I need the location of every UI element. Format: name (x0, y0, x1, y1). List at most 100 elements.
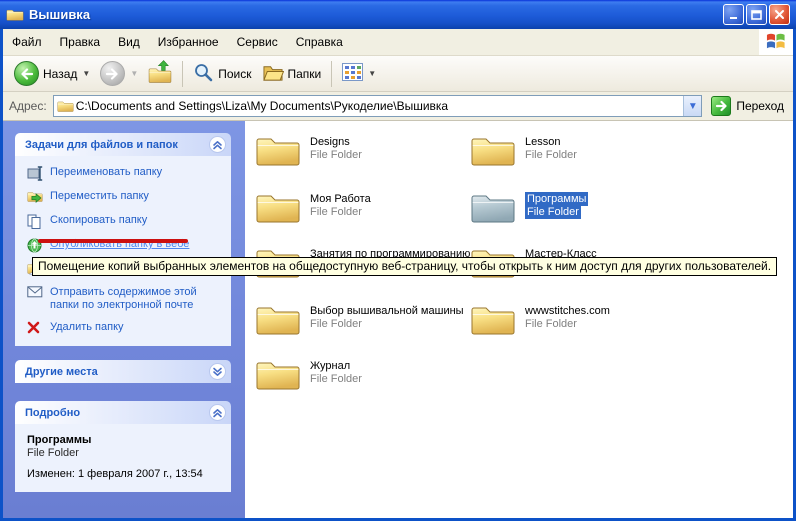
tooltip: Помещение копий выбранных элементов на о… (32, 257, 777, 276)
menu-edit[interactable]: Правка (51, 30, 110, 55)
folders-icon (262, 62, 284, 85)
address-dropdown-button[interactable]: ▼ (683, 96, 701, 116)
rename-icon (27, 166, 44, 181)
back-icon (14, 61, 39, 86)
folder-icon[interactable] (255, 132, 301, 168)
folder-type: File Folder (525, 206, 581, 219)
task-move-folder[interactable]: Переместить папку (27, 190, 225, 205)
file-tasks-header[interactable]: Задачи для файлов и папок (15, 133, 231, 156)
folder-item-selected[interactable]: Программы File Folder (470, 189, 588, 225)
folder-item[interactable]: wwwstitches.com File Folder (470, 301, 610, 337)
folder-item[interactable]: Выбор вышивальной машины File Folder (255, 301, 464, 337)
forward-button[interactable]: ▼ (95, 61, 143, 86)
details-item-type: File Folder (27, 447, 223, 459)
toolbar-separator (331, 61, 332, 87)
back-label: Назад (43, 67, 77, 81)
move-icon (27, 190, 44, 205)
address-bar: Адрес: ▼ Переход (3, 92, 793, 121)
up-folder-icon (148, 60, 172, 87)
folder-item[interactable]: Журнал File Folder (255, 356, 362, 392)
search-button[interactable]: Поиск (188, 62, 256, 86)
folder-name: Журнал (310, 360, 350, 372)
chevron-up-icon[interactable] (209, 136, 226, 153)
standard-buttons-toolbar: Назад ▼ ▼ (3, 56, 793, 92)
folder-item[interactable]: Designs File Folder (255, 132, 362, 168)
title-bar[interactable]: Вышивка (0, 0, 796, 29)
views-button[interactable]: ▼ (337, 63, 381, 84)
folder-type: File Folder (525, 318, 577, 330)
folder-icon[interactable] (255, 356, 301, 392)
folder-type: File Folder (525, 149, 577, 161)
views-dropdown-arrow[interactable]: ▼ (368, 69, 376, 78)
menu-view[interactable]: Вид (109, 30, 149, 55)
panel-details: Подробно Программы File Folder Изменен: … (15, 401, 231, 492)
folders-label: Папки (288, 67, 322, 81)
email-icon (27, 286, 44, 301)
task-pane: Задачи для файлов и папок Переименовать … (3, 121, 245, 518)
other-places-title: Другие места (25, 366, 98, 378)
folder-icon[interactable] (470, 132, 516, 168)
file-list-area[interactable]: Designs File Folder Lesson File Folder М… (245, 121, 793, 518)
task-copy-folder[interactable]: Скопировать папку (27, 214, 225, 229)
toolbar-separator (182, 61, 183, 87)
file-tasks-title: Задачи для файлов и папок (25, 139, 178, 151)
back-dropdown-arrow[interactable]: ▼ (82, 69, 90, 78)
folder-type: File Folder (310, 318, 362, 330)
task-email-folder[interactable]: Отправить содержимое этой папки по элект… (27, 286, 225, 312)
panel-other-places: Другие места (15, 360, 231, 383)
menu-help[interactable]: Справка (287, 30, 352, 55)
go-button[interactable]: Переход (708, 96, 787, 116)
windows-logo-icon (759, 29, 793, 55)
window-title: Вышивка (29, 7, 718, 22)
search-label: Поиск (218, 67, 251, 81)
menu-favorites[interactable]: Избранное (149, 30, 228, 55)
menu-bar: Файл Правка Вид Избранное Сервис Справка (3, 29, 793, 56)
folder-icon-selected[interactable] (470, 189, 516, 225)
folder-type: File Folder (310, 149, 362, 161)
copy-icon (27, 214, 44, 229)
back-button[interactable]: Назад ▼ (9, 61, 95, 86)
folder-icon[interactable] (255, 189, 301, 225)
annotation-red-underline (38, 239, 188, 243)
folder-name: Выбор вышивальной машины (310, 305, 464, 317)
task-delete-folder[interactable]: Удалить папку (27, 321, 225, 336)
delete-icon (27, 321, 44, 336)
folder-name: Программы (525, 192, 588, 206)
minimize-button[interactable] (723, 4, 744, 25)
go-label: Переход (736, 99, 784, 113)
address-folder-icon (57, 99, 74, 113)
search-icon (193, 62, 214, 86)
views-icon (342, 63, 363, 84)
chevron-down-icon[interactable] (209, 363, 226, 380)
other-places-header[interactable]: Другие места (15, 360, 231, 383)
folder-item[interactable]: Моя Работа File Folder (255, 189, 371, 225)
address-combo[interactable]: ▼ (53, 95, 703, 117)
explorer-window: Вышивка Файл Правка Вид Избранное Сервис… (0, 0, 796, 521)
folder-item[interactable]: Lesson File Folder (470, 132, 577, 168)
menu-tools[interactable]: Сервис (228, 30, 287, 55)
task-rename-folder[interactable]: Переименовать папку (27, 166, 225, 181)
folder-type: File Folder (310, 373, 362, 385)
maximize-button[interactable] (746, 4, 767, 25)
address-input[interactable] (74, 99, 684, 113)
details-header[interactable]: Подробно (15, 401, 231, 424)
forward-dropdown-arrow[interactable]: ▼ (130, 69, 138, 78)
details-item-name: Программы (27, 434, 223, 446)
folder-type: File Folder (310, 206, 362, 218)
details-body: Программы File Folder Изменен: 1 февраля… (15, 424, 231, 492)
go-arrow-icon (711, 96, 731, 116)
forward-icon (100, 61, 125, 86)
folder-name: Моя Работа (310, 193, 371, 205)
file-tasks-body: Переименовать папку Переместить папку (15, 156, 231, 346)
folders-button[interactable]: Папки (257, 62, 327, 85)
details-title: Подробно (25, 407, 80, 419)
close-button[interactable] (769, 4, 790, 25)
up-button[interactable] (143, 60, 177, 87)
chevron-up-icon[interactable] (209, 404, 226, 421)
folder-icon[interactable] (255, 301, 301, 337)
folder-icon[interactable] (470, 301, 516, 337)
folder-name: wwwstitches.com (525, 305, 610, 317)
details-item-modified: Изменен: 1 февраля 2007 г., 13:54 (27, 468, 223, 480)
menu-file[interactable]: Файл (3, 30, 51, 55)
folder-name: Lesson (525, 136, 560, 148)
